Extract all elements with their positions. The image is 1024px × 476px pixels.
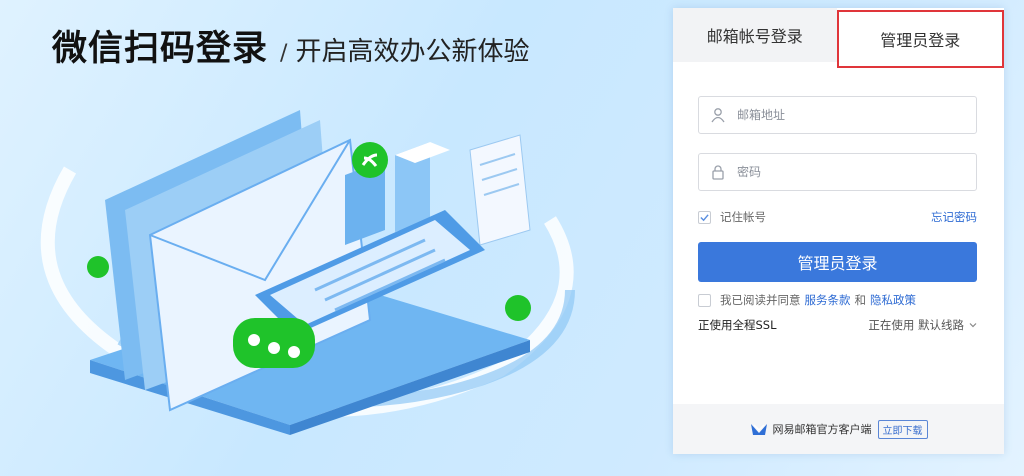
and-text: 和 [854,293,867,307]
headline: 微信扫码登录 / 开启高效办公新体验 [52,20,529,71]
password-input[interactable] [737,165,957,179]
headline-subtitle: 开启高效办公新体验 [295,37,530,67]
headline-title: 微信扫码登录 [52,29,269,69]
remember-group: 记住帐号 [698,209,766,225]
client-download-bar: 网易邮箱官方客户端 立即下载 [673,404,1004,454]
headline-slash: / [280,41,288,66]
user-icon [699,107,737,123]
check-icon [700,213,709,221]
login-tabs: 邮箱帐号登录 管理员登录 [673,8,1004,68]
terms-link[interactable]: 服务条款 [805,292,851,308]
wechat-miniprogram-icon [352,142,388,178]
mail-client-logo-icon [750,424,767,435]
tab-mail-account[interactable]: 邮箱帐号登录 [673,8,837,62]
chevron-down-icon [969,323,977,328]
ssl-status: 正使用全程SSL [698,318,777,332]
remember-label: 记住帐号 [720,210,766,224]
remember-checkbox[interactable] [698,210,711,224]
remember-row: 记住帐号 忘记密码 [698,209,977,225]
tab-admin[interactable]: 管理员登录 [836,10,1004,68]
agree-checkbox[interactable] [698,293,711,307]
agreement-row: 我已阅读并同意 服务条款 和 隐私政策 [698,292,977,308]
hero-illustration [40,110,575,435]
forgot-password-link[interactable]: 忘记密码 [931,209,977,225]
password-field[interactable] [698,153,977,191]
client-text: 网易邮箱官方客户端 [772,423,872,436]
route-label: 正在使用 默认线路 [868,318,964,332]
lock-icon [699,164,737,180]
admin-login-button[interactable]: 管理员登录 [698,242,977,282]
privacy-link[interactable]: 隐私政策 [870,292,916,308]
email-input[interactable] [737,108,957,122]
email-field[interactable] [698,96,977,134]
tab-mail-account-label: 邮箱帐号登录 [706,27,803,46]
wechat-bubble-icon [233,318,315,368]
tab-admin-label: 管理员登录 [880,31,961,50]
green-dot-left [87,256,109,278]
green-dot-right [505,295,531,321]
ssl-row: 正使用全程SSL 正在使用 默认线路 [698,317,977,333]
login-panel: 邮箱帐号登录 管理员登录 记住帐号 忘记密码 管理员登录 我已阅读并同意 服务条… [673,8,1004,454]
agree-prefix: 我已阅读并同意 [720,293,801,307]
route-selector[interactable]: 正在使用 默认线路 [868,317,977,333]
download-button[interactable]: 立即下载 [877,419,928,439]
